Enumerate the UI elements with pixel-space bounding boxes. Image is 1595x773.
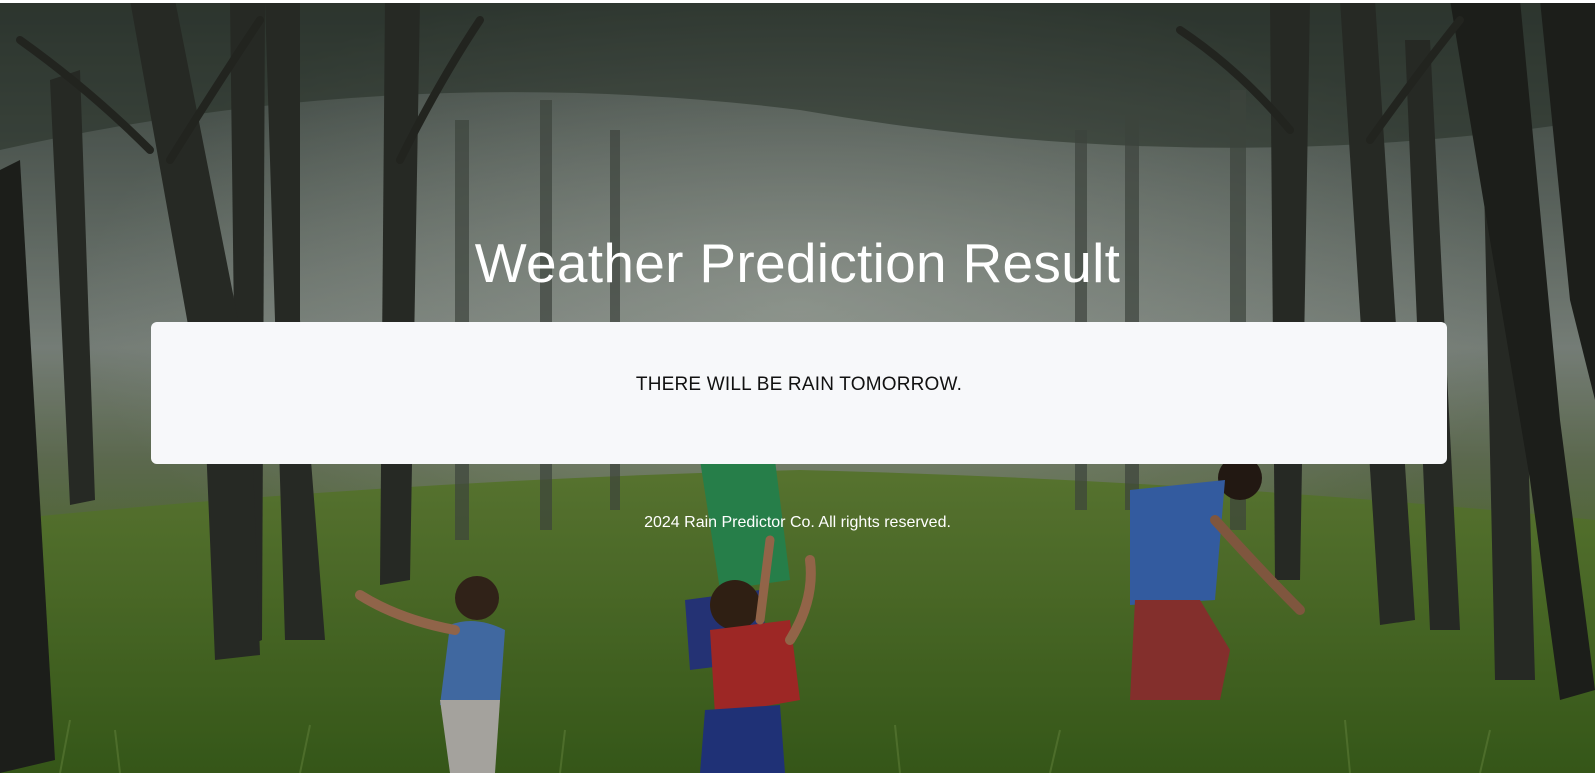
- result-card: THERE WILL BE RAIN TOMORROW.: [151, 322, 1447, 464]
- page: Weather Prediction Result THERE WILL BE …: [0, 0, 1595, 773]
- page-title: Weather Prediction Result: [474, 232, 1121, 294]
- footer-copyright: 2024 Rain Predictor Co. All rights reser…: [644, 514, 951, 531]
- top-border: [0, 0, 1595, 3]
- prediction-result-text: THERE WILL BE RAIN TOMORROW.: [635, 374, 963, 395]
- main-content: Weather Prediction Result THERE WILL BE …: [0, 0, 1595, 773]
